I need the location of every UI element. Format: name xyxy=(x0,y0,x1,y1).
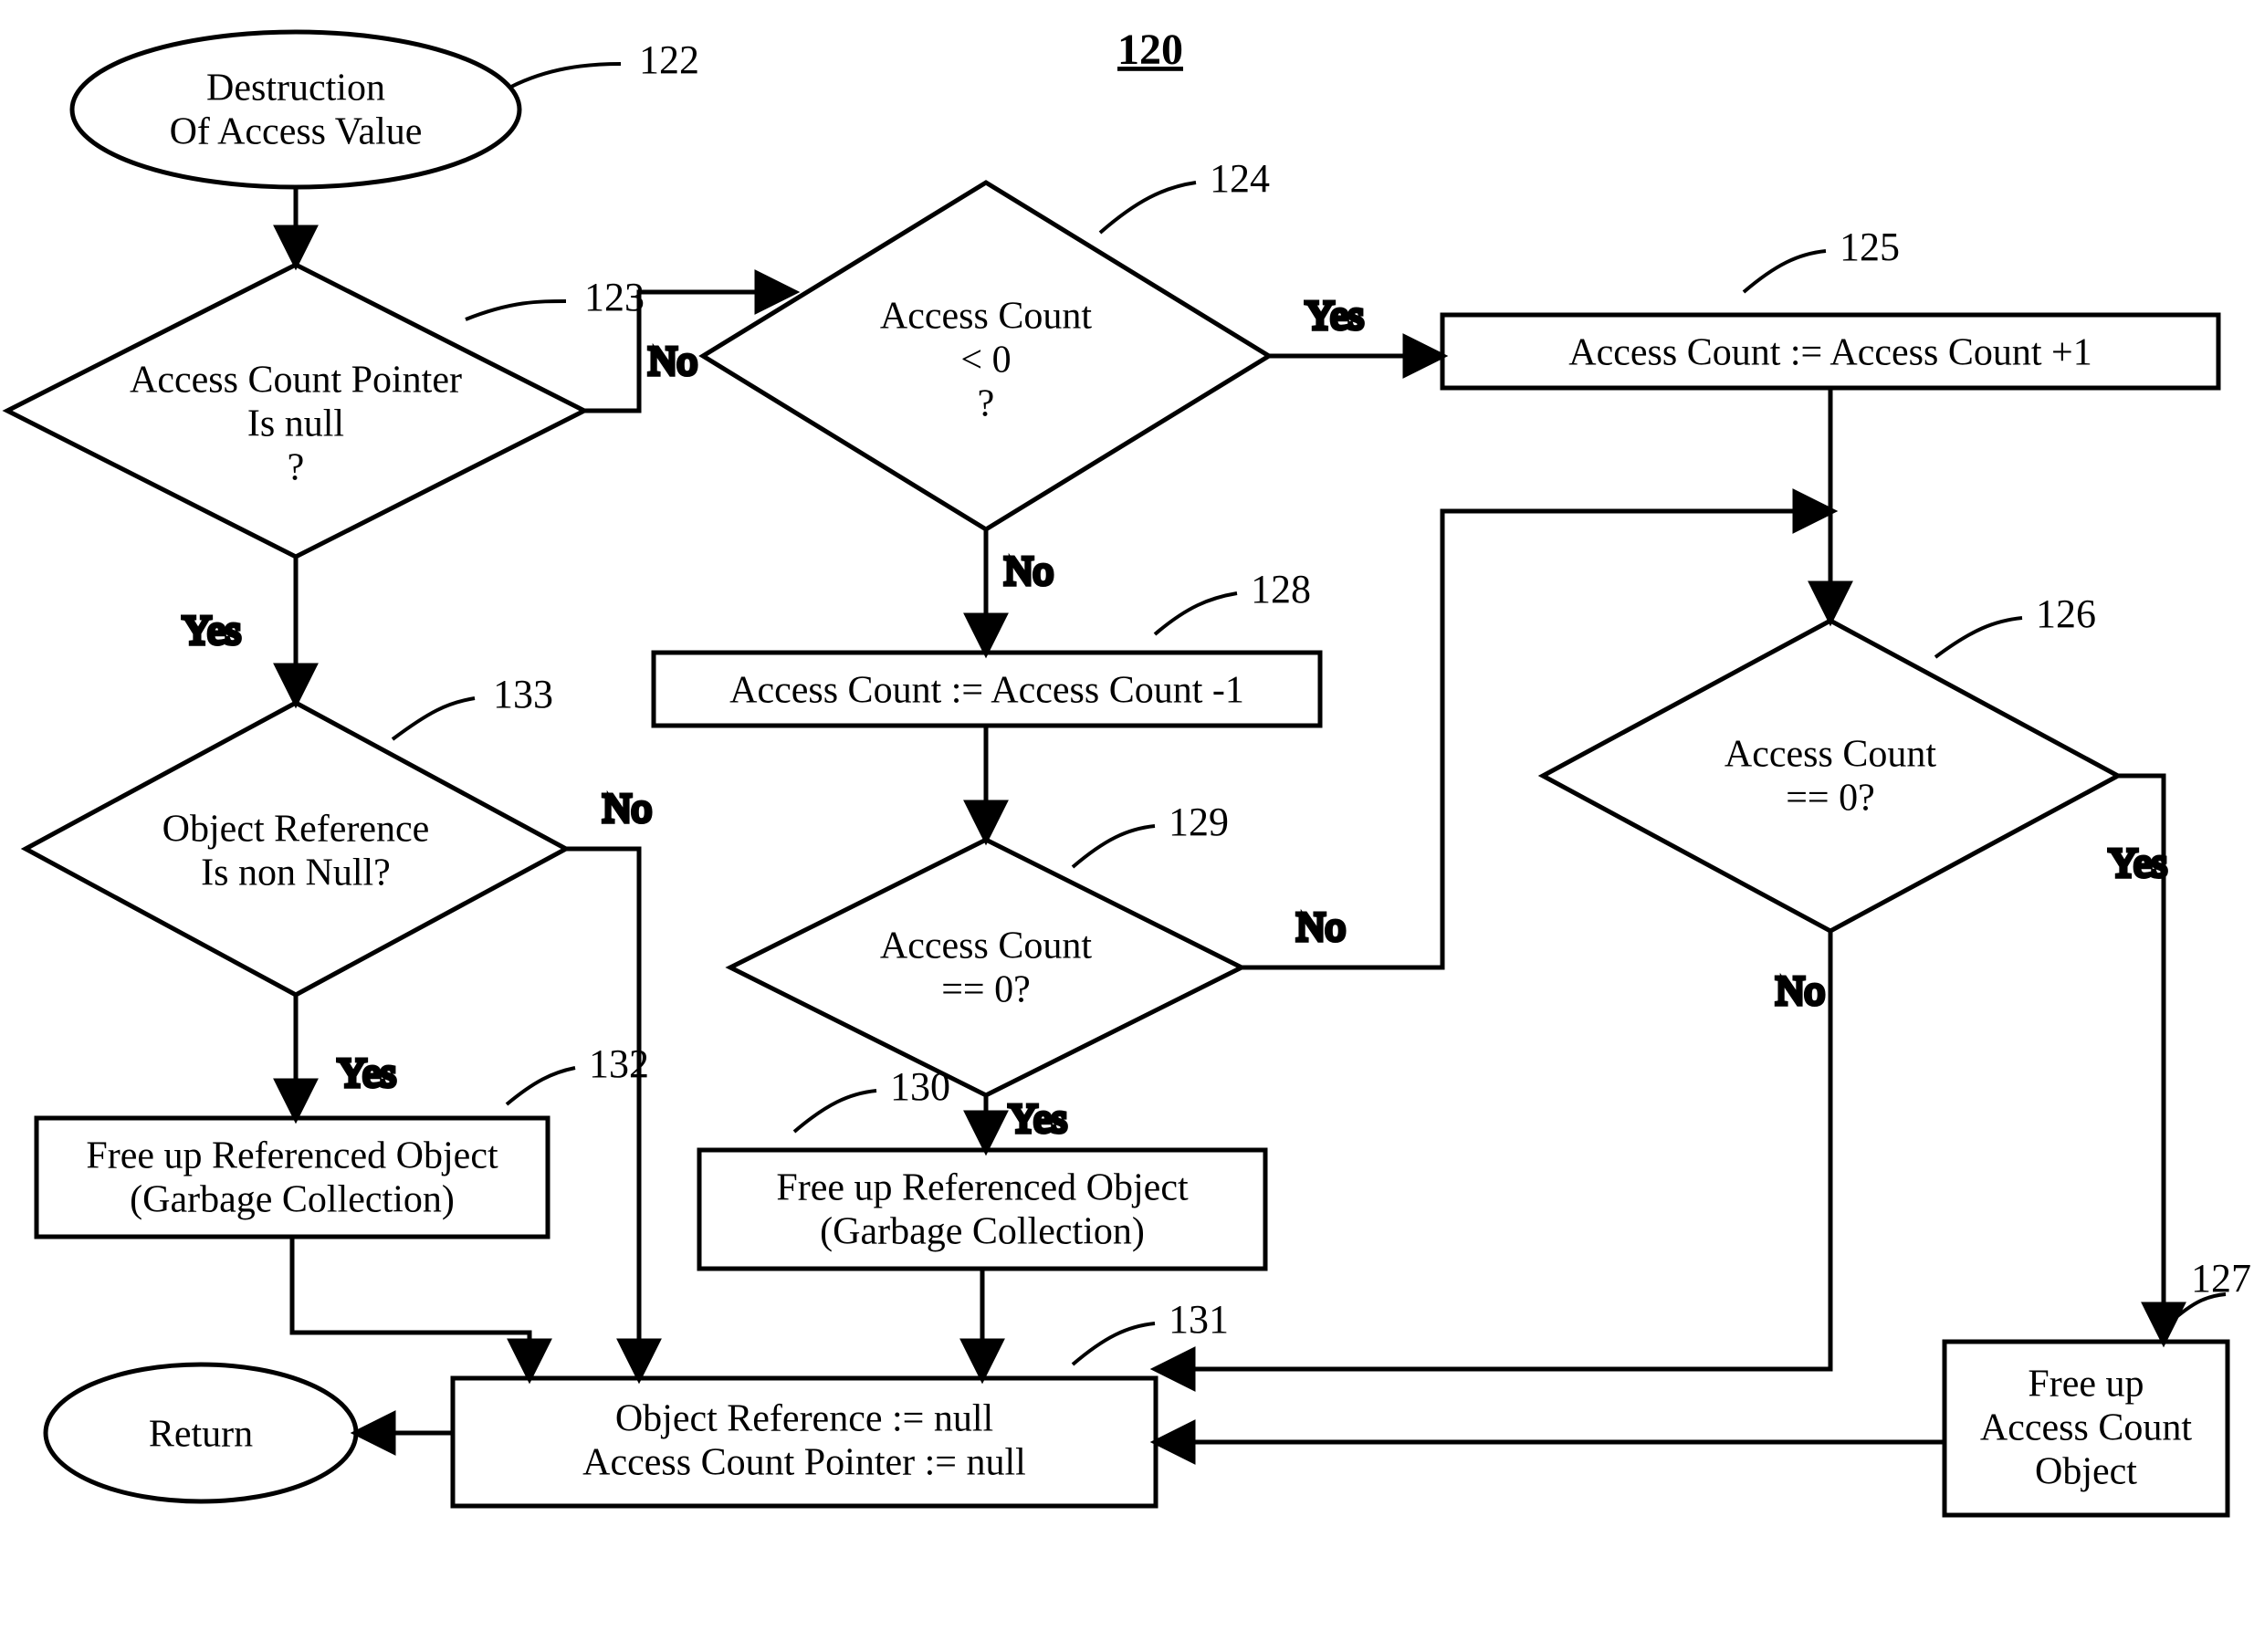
svg-text:Object Reference: Object Reference xyxy=(162,809,430,851)
svg-text:Access Count: Access Count xyxy=(880,925,1092,967)
svg-text:Is null: Is null xyxy=(247,403,344,445)
node-122-start: Destruction Of Access Value 122 xyxy=(72,32,699,187)
svg-text:(Garbage Collection): (Garbage Collection) xyxy=(130,1179,455,1221)
svg-text:Access Count := Access Count -: Access Count := Access Count -1 xyxy=(729,670,1244,712)
flowchart-diagram: 120 Destruction Of Access Value 122 Acce… xyxy=(0,0,2254,1652)
svg-text:Access Count Pointer := null: Access Count Pointer := null xyxy=(582,1442,1026,1484)
svg-text:?: ? xyxy=(978,383,995,425)
label-126-yes: Yes xyxy=(2109,841,2167,885)
label-129-yes: Yes xyxy=(1009,1096,1067,1141)
ref-122: 122 xyxy=(639,37,699,82)
label-129-no: No xyxy=(1296,904,1346,949)
ref-129: 129 xyxy=(1169,800,1229,844)
ref-130: 130 xyxy=(890,1064,950,1109)
svg-text:Of Access Value: Of Access Value xyxy=(170,111,423,153)
ref-126: 126 xyxy=(2036,591,2096,636)
node-return-terminal: Return xyxy=(46,1364,356,1501)
figure-number: 120 xyxy=(1117,26,1183,74)
ref-125: 125 xyxy=(1840,225,1900,269)
svg-text:Is non Null?: Is non Null? xyxy=(201,852,391,894)
svg-text:Return: Return xyxy=(149,1414,253,1456)
node-123-decision: Access Count Pointer Is null ? 123 xyxy=(7,265,645,557)
label-123-no: No xyxy=(648,339,697,383)
label-124-no: No xyxy=(1004,549,1054,593)
ref-131: 131 xyxy=(1169,1297,1229,1342)
svg-text:Access Count: Access Count xyxy=(880,296,1092,338)
label-123-yes: Yes xyxy=(183,608,241,653)
ref-133: 133 xyxy=(493,672,553,716)
label-126-no: No xyxy=(1776,968,1825,1013)
ref-128: 128 xyxy=(1251,567,1311,612)
ref-124: 124 xyxy=(1210,156,1270,201)
svg-text:Free up: Free up xyxy=(2028,1364,2144,1406)
svg-text:Object: Object xyxy=(2035,1451,2137,1493)
node-129-decision: Access Count == 0? 129 xyxy=(730,800,1242,1095)
svg-text:< 0: < 0 xyxy=(960,340,1011,382)
svg-text:Access Count: Access Count xyxy=(1725,734,1936,776)
ref-127: 127 xyxy=(2191,1256,2251,1301)
svg-text:Access Count := Access Count +: Access Count := Access Count +1 xyxy=(1568,332,2092,374)
svg-text:== 0?: == 0? xyxy=(1786,778,1875,820)
svg-text:Free up Referenced Object: Free up Referenced Object xyxy=(776,1167,1189,1209)
label-133-yes: Yes xyxy=(338,1051,396,1095)
svg-text:Object Reference := null: Object Reference := null xyxy=(615,1398,993,1440)
node-125-process: Access Count := Access Count +1 125 xyxy=(1442,225,2218,388)
node-133-decision: Object Reference Is non Null? 133 xyxy=(26,672,566,995)
edge-132-131 xyxy=(292,1237,529,1376)
node-131-process: Object Reference := null Access Count Po… xyxy=(453,1297,1229,1506)
node-126-decision: Access Count == 0? 126 xyxy=(1543,591,2118,931)
svg-text:?: ? xyxy=(288,447,305,489)
svg-text:Free up Referenced Object: Free up Referenced Object xyxy=(86,1135,498,1177)
svg-text:Destruction: Destruction xyxy=(206,68,385,110)
node-127-process: Free up Access Count Object 127 xyxy=(1945,1256,2251,1515)
label-124-yes: Yes xyxy=(1305,293,1364,338)
svg-text:Access Count: Access Count xyxy=(1980,1407,2192,1449)
edge-133-no-131 xyxy=(566,849,639,1376)
svg-text:Access Count Pointer: Access Count Pointer xyxy=(130,360,462,402)
svg-text:== 0?: == 0? xyxy=(941,969,1031,1011)
ref-123: 123 xyxy=(584,275,645,319)
svg-text:(Garbage Collection): (Garbage Collection) xyxy=(820,1211,1145,1253)
node-124-decision: Access Count < 0 ? 124 xyxy=(703,156,1270,529)
label-133-no: No xyxy=(603,786,652,831)
